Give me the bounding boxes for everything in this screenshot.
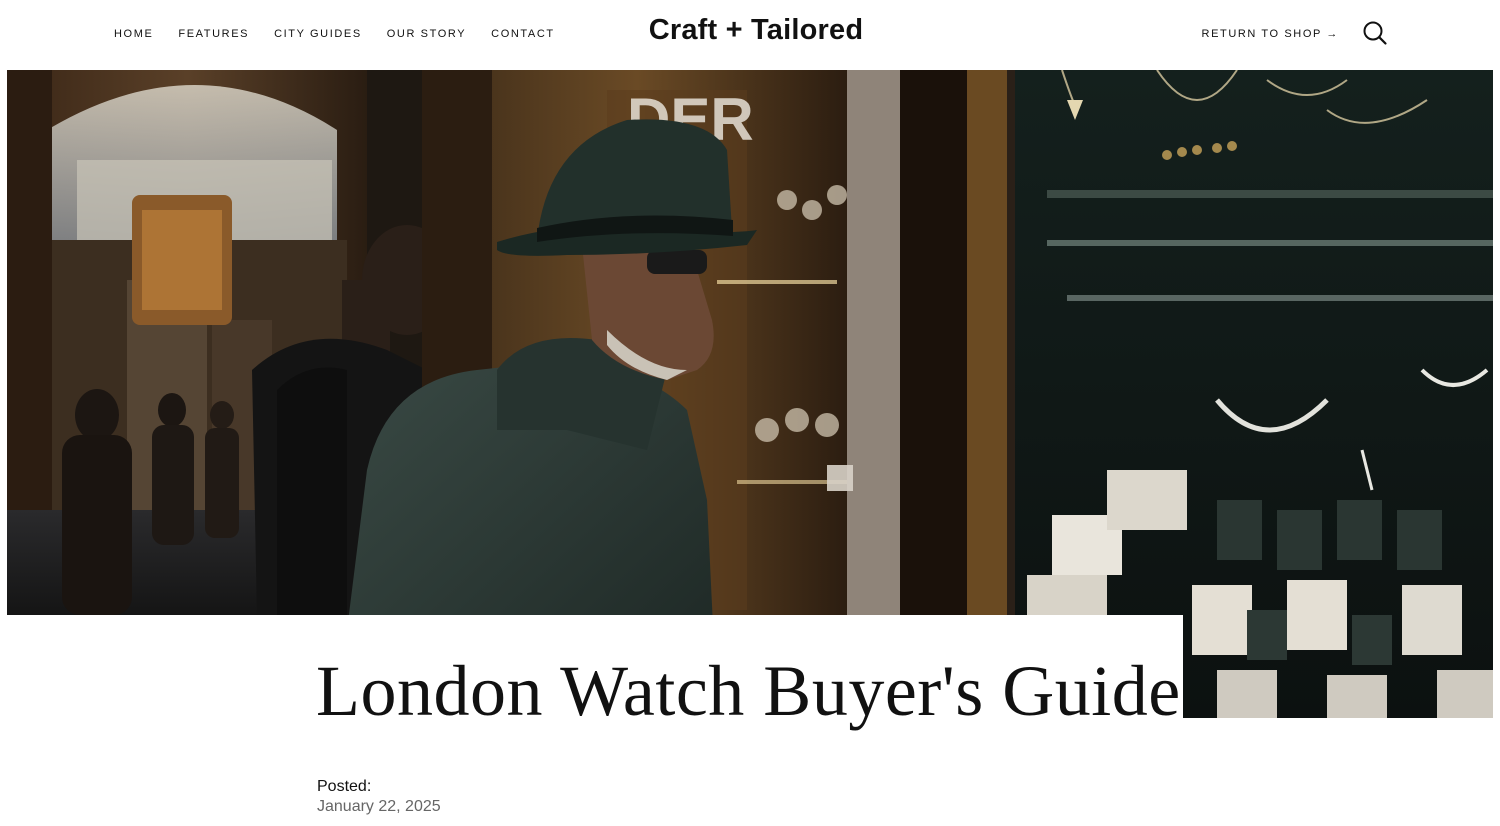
site-header: HOME FEATURES CITY GUIDES OUR STORY CONT… (0, 0, 1500, 70)
article-title: London Watch Buyer's Guide (316, 651, 1181, 731)
return-to-shop-link[interactable]: RETURN TO SHOP → (1202, 28, 1339, 40)
posted-date: January 22, 2025 (317, 798, 441, 815)
search-icon[interactable] (1362, 20, 1388, 46)
posted-label: Posted: (317, 778, 372, 795)
